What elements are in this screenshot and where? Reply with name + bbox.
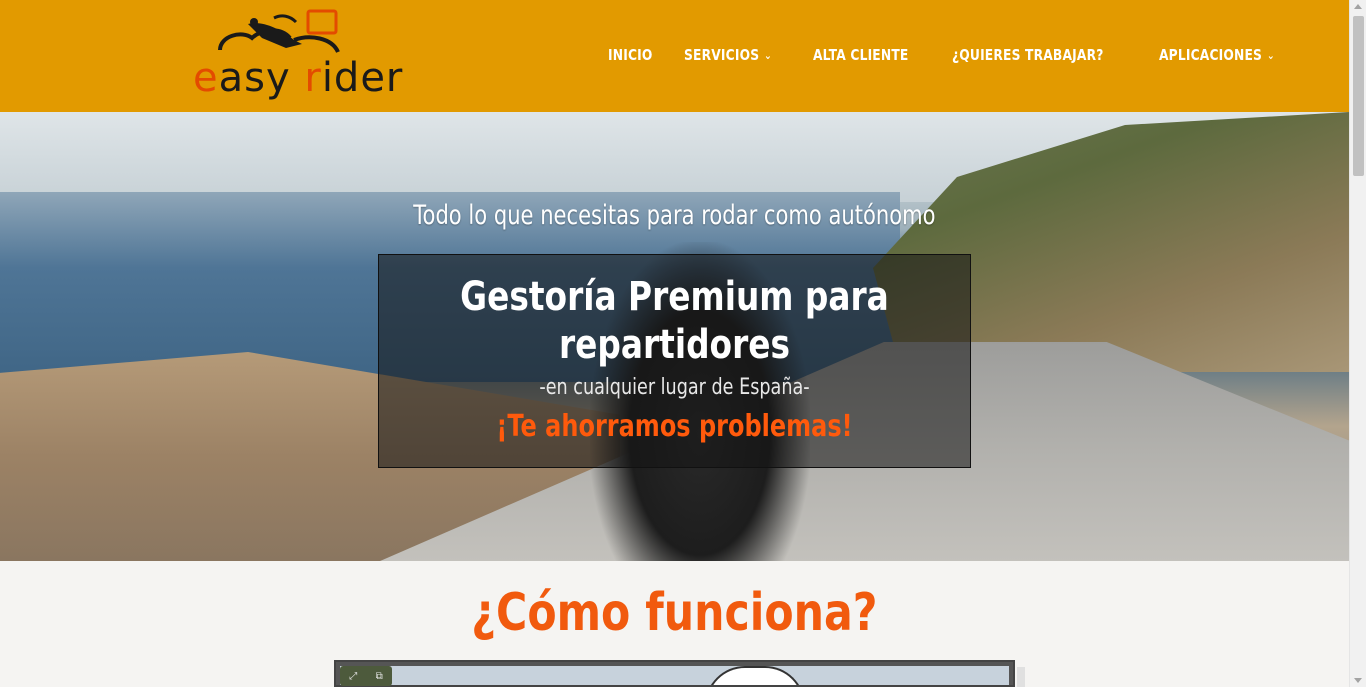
scroll-down-icon[interactable] — [1354, 678, 1362, 683]
hero-text-box: Gestoría Premium para repartidores -en c… — [378, 254, 971, 468]
site-header: easy rider INICIO SERVICIOS ⌄ ALTA CLIEN… — [0, 0, 1349, 112]
chevron-down-icon: ⌄ — [1266, 48, 1275, 62]
nav-item-servicios[interactable]: SERVICIOS ⌄ — [684, 44, 772, 66]
logo-text-asy: asy — [218, 55, 305, 101]
hero-subtitle: -en cualquier lugar de España- — [539, 375, 810, 400]
video-player[interactable]: ⤢ ⧉ — [334, 660, 1015, 687]
nav-item-label: ALTA CLIENTE — [813, 46, 909, 64]
nav-item-label: APLICACIONES — [1158, 46, 1262, 64]
page-scrollbar[interactable] — [1349, 0, 1366, 687]
nav-item-label: INICIO — [608, 46, 653, 64]
nav-item-label: SERVICIOS — [684, 46, 760, 64]
section-title: ¿Cómo funciona? — [471, 583, 878, 643]
cloud-illustration — [705, 666, 805, 685]
video-content — [340, 666, 1009, 685]
logo[interactable]: easy rider — [190, 8, 402, 104]
hero-tagline: Todo lo que necesitas para rodar como au… — [413, 200, 936, 231]
nav-item-inicio[interactable]: INICIO — [608, 44, 652, 66]
video-controls: ⤢ ⧉ — [340, 666, 392, 686]
expand-icon[interactable]: ⤢ — [349, 671, 357, 682]
nav-item-alta-cliente[interactable]: ALTA CLIENTE — [813, 44, 908, 66]
scroll-thumb[interactable] — [1353, 16, 1364, 176]
nav-item-quieres-trabajar[interactable]: ¿QUIERES TRABAJAR? — [952, 44, 1104, 66]
picture-in-picture-icon[interactable]: ⧉ — [376, 671, 383, 682]
chevron-down-icon: ⌄ — [764, 48, 773, 62]
hero-banner: Todo lo que necesitas para rodar como au… — [0, 112, 1349, 561]
nav-item-aplicaciones[interactable]: APLICACIONES ⌄ — [1159, 44, 1275, 66]
logo-wordmark: easy rider — [193, 58, 403, 98]
nav-item-label: ¿QUIERES TRABAJAR? — [951, 46, 1104, 64]
logo-text-ider: ider — [321, 55, 404, 101]
logo-letter-e: e — [193, 55, 219, 101]
hero-cta-text: ¡Te ahorramos problemas! — [496, 409, 853, 444]
logo-letter-r: r — [304, 55, 322, 101]
scroll-up-icon[interactable] — [1354, 4, 1362, 9]
main-nav: INICIO SERVICIOS ⌄ ALTA CLIENTE ¿QUIERES… — [608, 44, 1322, 66]
video-side-panel — [1017, 667, 1025, 687]
hero-title: Gestoría Premium para repartidores — [460, 274, 889, 368]
